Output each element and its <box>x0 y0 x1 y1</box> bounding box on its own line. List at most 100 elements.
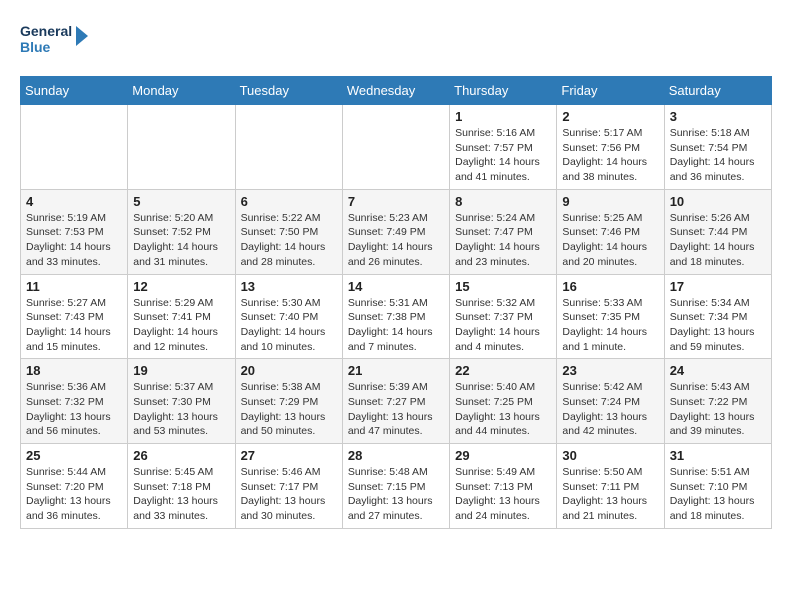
calendar-cell: 22 Sunrise: 5:40 AMSunset: 7:25 PMDayligh… <box>450 359 557 444</box>
day-info: Sunrise: 5:17 AMSunset: 7:56 PMDaylight:… <box>562 126 658 185</box>
day-number: 16 <box>562 279 658 294</box>
day-number: 29 <box>455 448 551 463</box>
day-number: 8 <box>455 194 551 209</box>
day-info: Sunrise: 5:20 AMSunset: 7:52 PMDaylight:… <box>133 211 229 270</box>
day-info: Sunrise: 5:27 AMSunset: 7:43 PMDaylight:… <box>26 296 122 355</box>
day-number: 21 <box>348 363 444 378</box>
calendar-cell: 11 Sunrise: 5:27 AMSunset: 7:43 PMDayligh… <box>21 274 128 359</box>
day-number: 12 <box>133 279 229 294</box>
calendar-cell: 26Sunrise: 5:45 AMSunset: 7:18 PMDayligh… <box>128 444 235 529</box>
calendar-cell: 29 Sunrise: 5:49 AMSunset: 7:13 PMDayligh… <box>450 444 557 529</box>
calendar-cell: 5 Sunrise: 5:20 AMSunset: 7:52 PMDaylight… <box>128 189 235 274</box>
day-number: 5 <box>133 194 229 209</box>
calendar-cell: 14 Sunrise: 5:31 AMSunset: 7:38 PMDayligh… <box>342 274 449 359</box>
logo-svg: GeneralBlue <box>20 20 90 60</box>
weekday-wednesday: Wednesday <box>342 77 449 105</box>
calendar-cell: 27 Sunrise: 5:46 AMSunset: 7:17 PMDayligh… <box>235 444 342 529</box>
calendar-cell: 13 Sunrise: 5:30 AMSunset: 7:40 PMDayligh… <box>235 274 342 359</box>
day-info: Sunrise: 5:25 AMSunset: 7:46 PMDaylight:… <box>562 211 658 270</box>
day-number: 17 <box>670 279 766 294</box>
weekday-saturday: Saturday <box>664 77 771 105</box>
weekday-thursday: Thursday <box>450 77 557 105</box>
calendar-cell: 28 Sunrise: 5:48 AMSunset: 7:15 PMDayligh… <box>342 444 449 529</box>
calendar-cell <box>342 105 449 190</box>
day-number: 27 <box>241 448 337 463</box>
day-number: 13 <box>241 279 337 294</box>
calendar-cell: 2 Sunrise: 5:17 AMSunset: 7:56 PMDaylight… <box>557 105 664 190</box>
calendar-cell: 6 Sunrise: 5:22 AMSunset: 7:50 PMDaylight… <box>235 189 342 274</box>
day-number: 9 <box>562 194 658 209</box>
calendar-cell <box>128 105 235 190</box>
calendar-cell: 9 Sunrise: 5:25 AMSunset: 7:46 PMDaylight… <box>557 189 664 274</box>
day-number: 3 <box>670 109 766 124</box>
day-info: Sunrise: 5:42 AMSunset: 7:24 PMDaylight:… <box>562 380 658 439</box>
day-number: 28 <box>348 448 444 463</box>
weekday-header-row: SundayMondayTuesdayWednesdayThursdayFrid… <box>21 77 772 105</box>
calendar-cell: 19Sunrise: 5:37 AMSunset: 7:30 PMDayligh… <box>128 359 235 444</box>
calendar-cell <box>21 105 128 190</box>
day-info: Sunrise: 5:36 AMSunset: 7:32 PMDaylight:… <box>26 380 122 439</box>
day-info: Sunrise: 5:37 AMSunset: 7:30 PMDaylight:… <box>133 380 229 439</box>
day-info: Sunrise: 5:49 AMSunset: 7:13 PMDaylight:… <box>455 465 551 524</box>
day-info: Sunrise: 5:51 AMSunset: 7:10 PMDaylight:… <box>670 465 766 524</box>
calendar-table: SundayMondayTuesdayWednesdayThursdayFrid… <box>20 76 772 529</box>
calendar-cell: 18 Sunrise: 5:36 AMSunset: 7:32 PMDayligh… <box>21 359 128 444</box>
day-info: Sunrise: 5:29 AMSunset: 7:41 PMDaylight:… <box>133 296 229 355</box>
calendar-cell: 15 Sunrise: 5:32 AMSunset: 7:37 PMDayligh… <box>450 274 557 359</box>
day-info: Sunrise: 5:31 AMSunset: 7:38 PMDaylight:… <box>348 296 444 355</box>
day-number: 20 <box>241 363 337 378</box>
day-info: Sunrise: 5:24 AMSunset: 7:47 PMDaylight:… <box>455 211 551 270</box>
day-info: Sunrise: 5:34 AMSunset: 7:34 PMDaylight:… <box>670 296 766 355</box>
day-number: 23 <box>562 363 658 378</box>
calendar-body: 1 Sunrise: 5:16 AMSunset: 7:57 PMDaylight… <box>21 105 772 529</box>
day-number: 31 <box>670 448 766 463</box>
day-number: 18 <box>26 363 122 378</box>
day-number: 4 <box>26 194 122 209</box>
day-info: Sunrise: 5:19 AMSunset: 7:53 PMDaylight:… <box>26 211 122 270</box>
calendar-cell: 10 Sunrise: 5:26 AMSunset: 7:44 PMDayligh… <box>664 189 771 274</box>
calendar-cell: 17 Sunrise: 5:34 AMSunset: 7:34 PMDayligh… <box>664 274 771 359</box>
day-info: Sunrise: 5:33 AMSunset: 7:35 PMDaylight:… <box>562 296 658 355</box>
weekday-sunday: Sunday <box>21 77 128 105</box>
svg-text:Blue: Blue <box>20 39 51 55</box>
day-number: 22 <box>455 363 551 378</box>
day-number: 7 <box>348 194 444 209</box>
day-info: Sunrise: 5:43 AMSunset: 7:22 PMDaylight:… <box>670 380 766 439</box>
day-info: Sunrise: 5:46 AMSunset: 7:17 PMDaylight:… <box>241 465 337 524</box>
calendar-cell: 31 Sunrise: 5:51 AMSunset: 7:10 PMDayligh… <box>664 444 771 529</box>
day-info: Sunrise: 5:23 AMSunset: 7:49 PMDaylight:… <box>348 211 444 270</box>
weekday-tuesday: Tuesday <box>235 77 342 105</box>
day-info: Sunrise: 5:32 AMSunset: 7:37 PMDaylight:… <box>455 296 551 355</box>
day-number: 6 <box>241 194 337 209</box>
day-number: 30 <box>562 448 658 463</box>
day-number: 26 <box>133 448 229 463</box>
calendar-cell <box>235 105 342 190</box>
day-info: Sunrise: 5:18 AMSunset: 7:54 PMDaylight:… <box>670 126 766 185</box>
day-number: 15 <box>455 279 551 294</box>
day-info: Sunrise: 5:44 AMSunset: 7:20 PMDaylight:… <box>26 465 122 524</box>
day-info: Sunrise: 5:22 AMSunset: 7:50 PMDaylight:… <box>241 211 337 270</box>
calendar-cell: 12 Sunrise: 5:29 AMSunset: 7:41 PMDayligh… <box>128 274 235 359</box>
calendar-cell: 25Sunrise: 5:44 AMSunset: 7:20 PMDayligh… <box>21 444 128 529</box>
day-info: Sunrise: 5:16 AMSunset: 7:57 PMDaylight:… <box>455 126 551 185</box>
day-number: 11 <box>26 279 122 294</box>
day-info: Sunrise: 5:30 AMSunset: 7:40 PMDaylight:… <box>241 296 337 355</box>
day-info: Sunrise: 5:40 AMSunset: 7:25 PMDaylight:… <box>455 380 551 439</box>
calendar-week-4: 18 Sunrise: 5:36 AMSunset: 7:32 PMDayligh… <box>21 359 772 444</box>
day-number: 14 <box>348 279 444 294</box>
calendar-cell: 23 Sunrise: 5:42 AMSunset: 7:24 PMDayligh… <box>557 359 664 444</box>
calendar-week-5: 25Sunrise: 5:44 AMSunset: 7:20 PMDayligh… <box>21 444 772 529</box>
page-header: GeneralBlue <box>20 20 772 60</box>
day-info: Sunrise: 5:48 AMSunset: 7:15 PMDaylight:… <box>348 465 444 524</box>
weekday-friday: Friday <box>557 77 664 105</box>
calendar-cell: 24Sunrise: 5:43 AMSunset: 7:22 PMDayligh… <box>664 359 771 444</box>
day-info: Sunrise: 5:26 AMSunset: 7:44 PMDaylight:… <box>670 211 766 270</box>
day-number: 1 <box>455 109 551 124</box>
weekday-monday: Monday <box>128 77 235 105</box>
calendar-cell: 4 Sunrise: 5:19 AMSunset: 7:53 PMDaylight… <box>21 189 128 274</box>
day-number: 2 <box>562 109 658 124</box>
calendar-cell: 7 Sunrise: 5:23 AMSunset: 7:49 PMDaylight… <box>342 189 449 274</box>
calendar-cell: 20Sunrise: 5:38 AMSunset: 7:29 PMDayligh… <box>235 359 342 444</box>
day-number: 10 <box>670 194 766 209</box>
calendar-cell: 1 Sunrise: 5:16 AMSunset: 7:57 PMDaylight… <box>450 105 557 190</box>
